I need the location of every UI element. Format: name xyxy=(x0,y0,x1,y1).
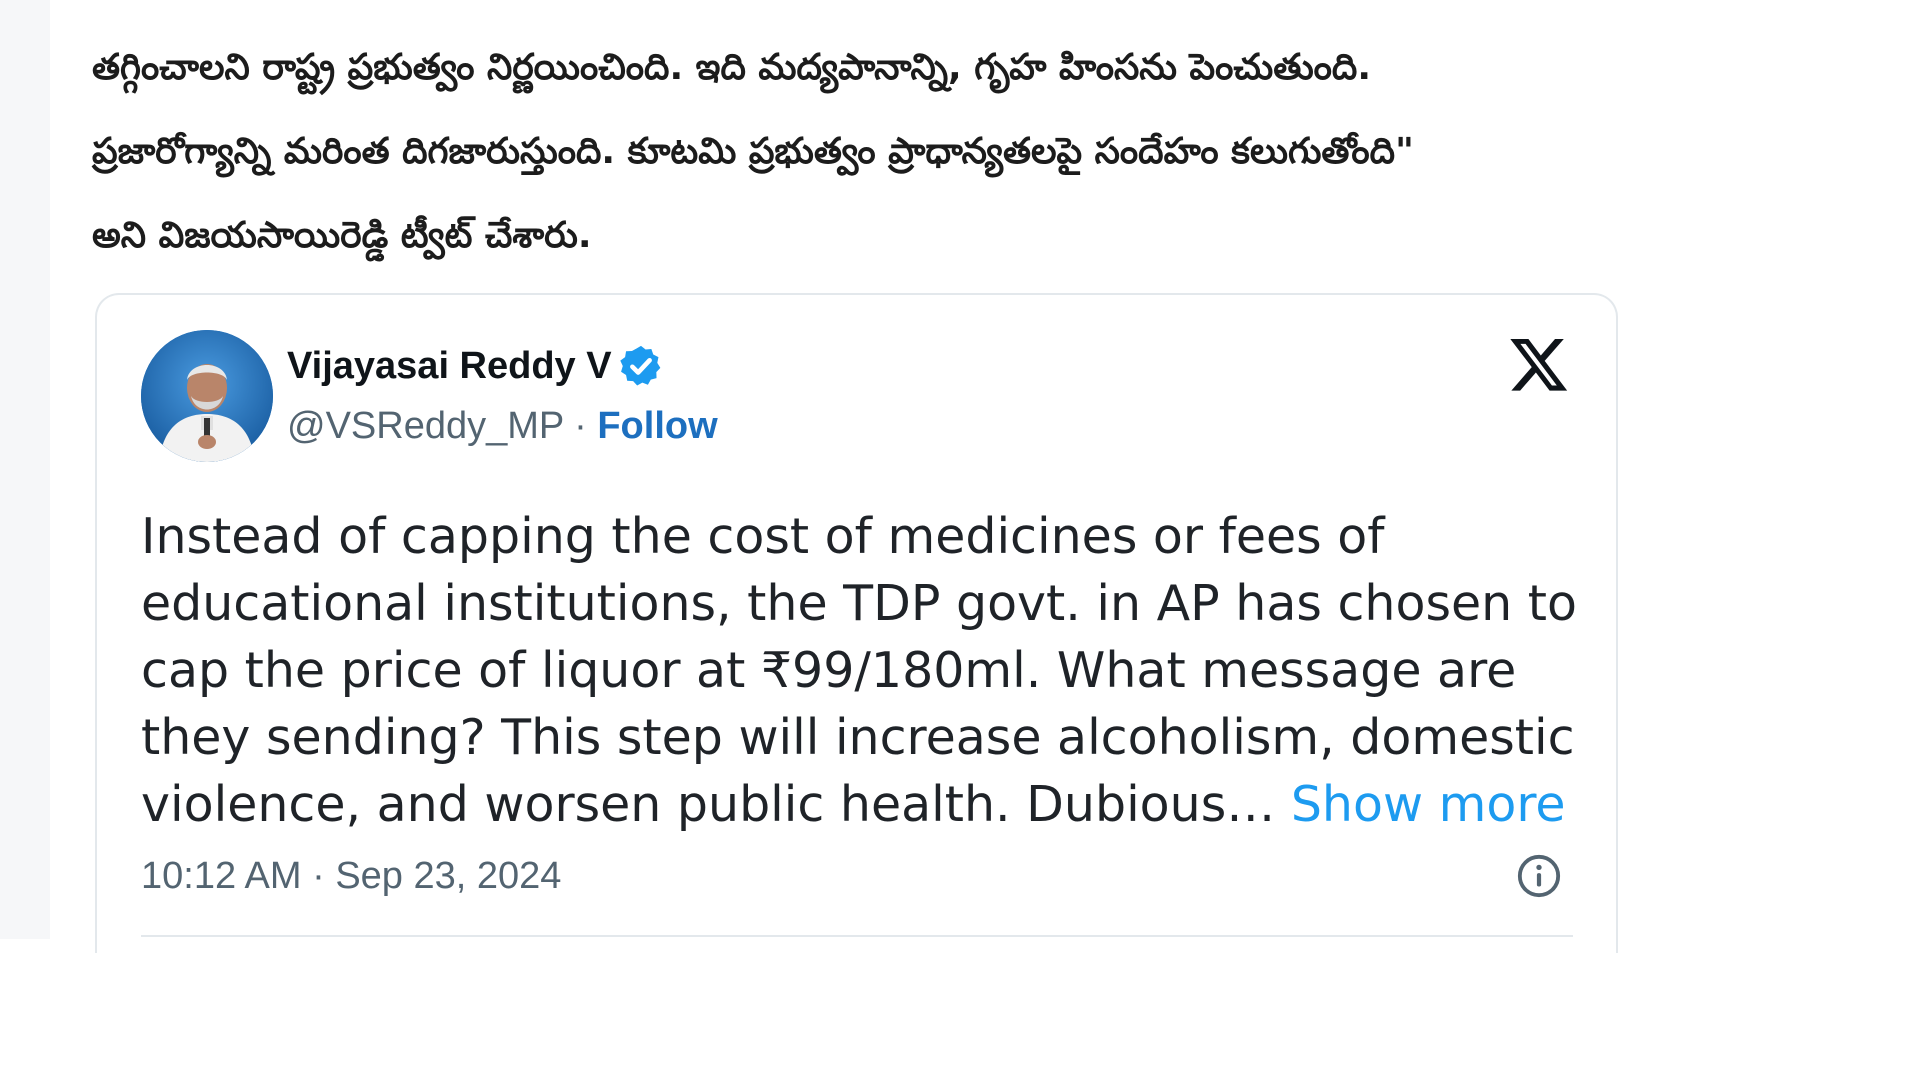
tweet-text-line: they sending? This step will increase al… xyxy=(141,709,1575,766)
article-line: తగ్గించాలని రాష్ట్ర ప్రభుత్వం నిర్ణయించి… xyxy=(92,47,1372,88)
tweet-text-line: educational institutions, the TDP govt. … xyxy=(141,575,1577,632)
author-handle[interactable]: @VSReddy_MP xyxy=(287,405,564,447)
card-divider xyxy=(141,935,1573,937)
show-more-link[interactable]: Show more xyxy=(1291,776,1566,833)
page-left-gutter xyxy=(0,0,50,939)
tweet-body: Instead of capping the cost of medicines… xyxy=(141,503,1581,838)
info-icon[interactable] xyxy=(1516,853,1562,899)
tweet-text-line-last: violence, and worsen public health. Dubi… xyxy=(141,771,1581,838)
tweet-text-truncated: violence, and worsen public health. Dubi… xyxy=(141,776,1291,833)
x-logo-icon[interactable] xyxy=(1507,333,1571,395)
tweet-text-line: Instead of capping the cost of medicines… xyxy=(141,508,1385,565)
author-name-text[interactable]: Vijayasai Reddy V xyxy=(287,345,612,388)
article-paragraph: తగ్గించాలని రాష్ట్ర ప్రభుత్వం నిర్ణయించి… xyxy=(92,26,1872,278)
article-line: అని విజయసాయిరెడ్డి ట్వీట్ చేశారు. xyxy=(92,215,592,256)
author-handle-row: @VSReddy_MP · Follow xyxy=(287,405,718,448)
verified-badge-icon xyxy=(619,345,660,386)
author-name[interactable]: Vijayasai Reddy V xyxy=(287,343,664,389)
article-line: ప్రజారోగ్యాన్ని మరింత దిగజారుస్తుంది. కూ… xyxy=(92,131,1414,172)
avatar-photo xyxy=(141,330,273,462)
embedded-tweet-card[interactable]: Vijayasai Reddy V @VSReddy_MP · Follow I… xyxy=(95,293,1618,953)
author-avatar[interactable] xyxy=(141,330,273,462)
follow-button[interactable]: Follow xyxy=(597,405,717,447)
separator-dot: · xyxy=(563,405,598,447)
tweet-timestamp[interactable]: 10:12 AM · Sep 23, 2024 xyxy=(141,855,561,898)
tweet-text-line: cap the price of liquor at ₹99/180ml. Wh… xyxy=(141,642,1517,699)
